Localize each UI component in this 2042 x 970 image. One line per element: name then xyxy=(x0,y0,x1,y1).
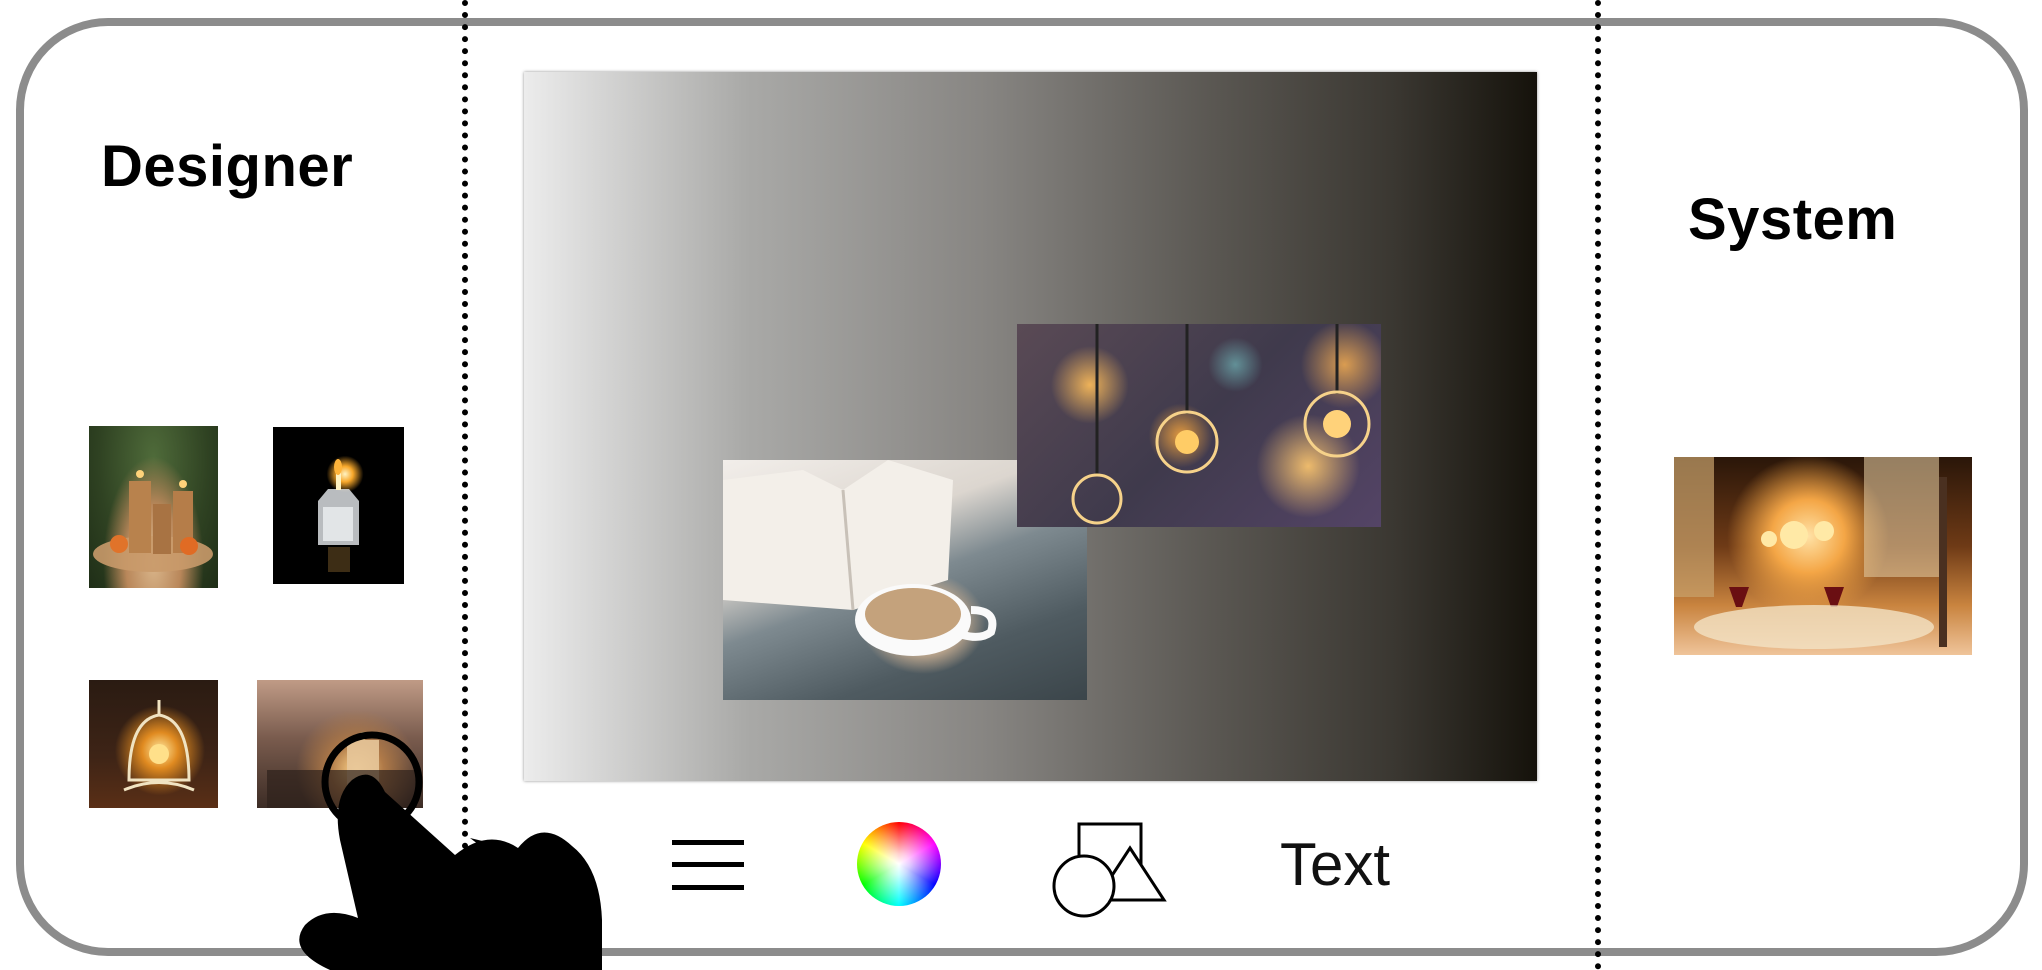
system-suggested-image-dinner[interactable] xyxy=(1674,457,1972,655)
canvas-image-light-bulbs[interactable] xyxy=(1017,324,1381,527)
dinner-drawing xyxy=(1674,457,1947,649)
candidate-image-lantern[interactable] xyxy=(273,427,404,584)
divider-right xyxy=(1595,0,1601,970)
system-label: System xyxy=(1688,187,1898,252)
lantern-drawing xyxy=(318,459,359,572)
light-bulbs-drawing xyxy=(1071,324,1371,525)
color-wheel-icon[interactable] xyxy=(857,822,941,906)
text-tool-button[interactable]: Text xyxy=(1280,830,1390,899)
candles-drawing xyxy=(93,470,213,572)
candidate-image-birdcage[interactable] xyxy=(89,680,218,808)
designer-label: Designer xyxy=(101,134,354,199)
candidate-image-candles[interactable] xyxy=(89,426,218,588)
menu-icon[interactable] xyxy=(670,836,746,896)
shapes-icon[interactable] xyxy=(1052,822,1168,918)
color-wheel-center xyxy=(857,822,941,906)
birdcage-drawing xyxy=(123,700,195,792)
